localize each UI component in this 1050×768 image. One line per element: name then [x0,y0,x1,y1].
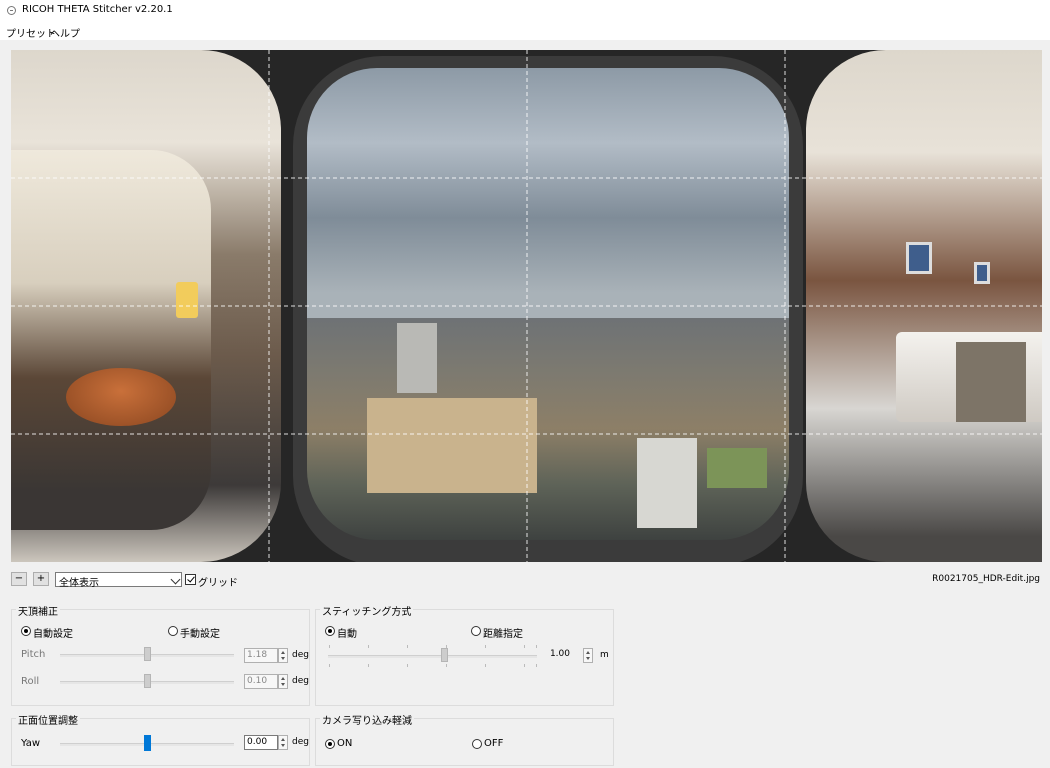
front-position-group: 正面位置調整 Yaw 0.00 deg [11,712,310,766]
zenith-correction-group: 天頂補正 自動設定 手動設定 Pitch 1.18 deg Roll 0.10 … [11,603,310,706]
stitching-distance-radio[interactable] [471,626,481,636]
distance-slider-track[interactable] [328,655,537,658]
pitch-label: Pitch [21,649,46,660]
stitching-distance-label: 距離指定 [483,629,523,640]
zoom-out-button[interactable]: − [11,572,27,586]
stitching-method-group: スティッチング方式 自動 距離指定 1.00 m [315,603,614,706]
tick [446,664,447,667]
tick [329,664,330,667]
yaw-label: Yaw [21,738,41,749]
stitching-auto-radio[interactable] [325,626,335,636]
tick [485,645,486,648]
stitching-auto-label: 自動 [337,629,357,640]
app-icon[interactable] [7,6,16,15]
camera-reduction-group: カメラ写り込み軽減 ON OFF [315,712,614,766]
tick [536,664,537,667]
window-title: RICOH THETA Stitcher v2.20.1 [22,4,173,15]
tick [524,664,525,667]
distance-spinner[interactable] [583,648,593,663]
pitch-unit: deg [292,650,309,660]
chevron-down-icon [170,574,181,585]
stitching-method-title: スティッチング方式 [320,603,414,618]
menu-item-preset[interactable]: プリセット [6,25,56,40]
title-bar: RICOH THETA Stitcher v2.20.1 [0,0,1050,22]
file-name: R0021705_HDR-Edit.jpg [932,574,1040,584]
view-mode-select[interactable]: 全体表示 [55,572,182,589]
zenith-auto-radio[interactable] [21,626,31,636]
panorama-viewer[interactable] [11,50,1042,562]
roll-unit: deg [292,676,309,686]
zenith-correction-title: 天頂補正 [16,603,60,618]
view-mode-value: 全体表示 [59,578,99,589]
grid-overlay [11,50,1042,562]
zenith-manual-radio[interactable] [168,626,178,636]
tick [485,664,486,667]
menu-item-help[interactable]: ヘルプ [50,25,80,40]
camera-reduction-title: カメラ写り込み軽減 [320,712,414,727]
tick [329,645,330,648]
camera-reduction-on-radio[interactable] [325,739,335,749]
tick [368,645,369,648]
roll-slider-thumb[interactable] [144,674,151,688]
pitch-spinner[interactable] [278,648,288,663]
yaw-input[interactable]: 0.00 [244,735,278,750]
menu-bar: プリセット ヘルプ [0,22,1050,40]
grid-label: グリッド [198,578,238,589]
distance-input[interactable]: 1.00 [536,648,572,663]
front-position-title: 正面位置調整 [16,712,80,727]
distance-slider-thumb[interactable] [441,648,448,662]
zoom-in-button[interactable]: + [33,572,49,586]
camera-reduction-off-radio[interactable] [472,739,482,749]
yaw-unit: deg [292,737,309,747]
tick [368,664,369,667]
yaw-spinner[interactable] [278,735,288,750]
camera-reduction-off-label: OFF [484,738,504,749]
yaw-slider-thumb[interactable] [144,735,151,751]
tick [407,645,408,648]
distance-unit: m [600,650,609,660]
pitch-input[interactable]: 1.18 [244,648,278,663]
roll-input[interactable]: 0.10 [244,674,278,689]
tick [407,664,408,667]
viewer-toolbar: − + 全体表示 グリッド R0021705_HDR-Edit.jpg [11,572,1042,589]
tick [524,645,525,648]
camera-reduction-on-label: ON [337,738,353,749]
roll-label: Roll [21,676,40,687]
pitch-slider-thumb[interactable] [144,647,151,661]
zenith-auto-label: 自動設定 [33,629,73,640]
roll-spinner[interactable] [278,674,288,689]
grid-checkbox[interactable] [185,574,196,585]
zenith-manual-label: 手動設定 [180,629,220,640]
